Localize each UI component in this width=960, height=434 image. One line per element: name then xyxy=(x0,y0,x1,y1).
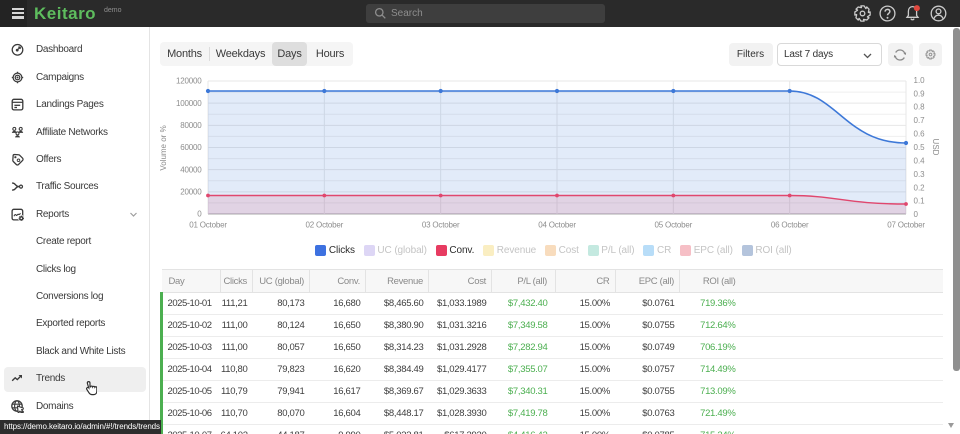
svg-text:0.3: 0.3 xyxy=(914,170,926,179)
svg-text:100000: 100000 xyxy=(176,99,202,108)
svg-text:80000: 80000 xyxy=(180,121,202,130)
svg-text:05 October: 05 October xyxy=(655,220,693,229)
svg-text:0.6: 0.6 xyxy=(914,130,926,139)
svg-text:01 October: 01 October xyxy=(189,220,227,229)
svg-text:0.2: 0.2 xyxy=(914,183,926,192)
svg-text:1.0: 1.0 xyxy=(914,76,926,85)
svg-text:0.5: 0.5 xyxy=(914,143,926,152)
svg-text:06 October: 06 October xyxy=(771,220,809,229)
svg-text:03 October: 03 October xyxy=(422,220,460,229)
svg-text:USD: USD xyxy=(931,139,940,156)
svg-text:120000: 120000 xyxy=(176,77,202,86)
svg-text:20000: 20000 xyxy=(180,187,202,196)
svg-text:0.7: 0.7 xyxy=(914,116,926,125)
svg-text:02 October: 02 October xyxy=(306,220,344,229)
svg-text:0.4: 0.4 xyxy=(914,156,926,165)
svg-text:0.8: 0.8 xyxy=(914,103,926,112)
svg-text:0.1: 0.1 xyxy=(914,197,926,206)
svg-text:Volume or %: Volume or % xyxy=(160,125,168,170)
svg-text:07 October: 07 October xyxy=(887,220,925,229)
svg-text:04 October: 04 October xyxy=(538,220,576,229)
svg-text:0.9: 0.9 xyxy=(914,89,926,98)
svg-text:60000: 60000 xyxy=(180,143,202,152)
svg-text:0: 0 xyxy=(914,210,919,219)
svg-text:40000: 40000 xyxy=(180,165,202,174)
svg-text:0: 0 xyxy=(197,210,202,219)
